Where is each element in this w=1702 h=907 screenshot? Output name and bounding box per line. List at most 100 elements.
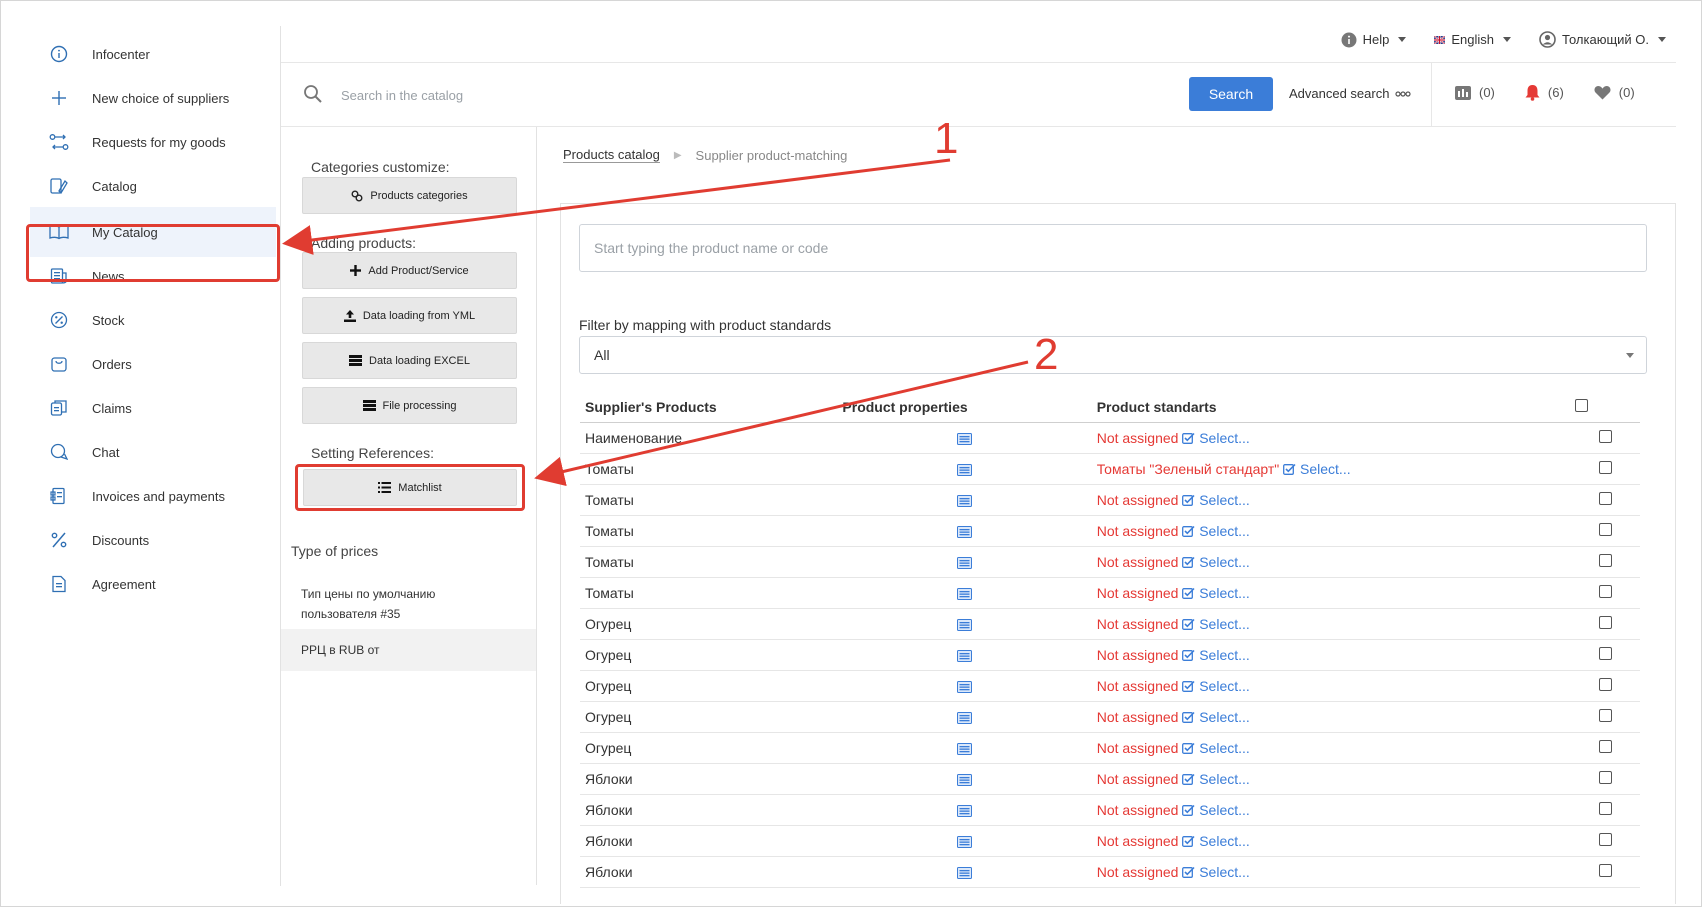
sidebar-item-agreement[interactable]: Agreement (30, 560, 276, 608)
select-standard-link[interactable]: Select... (1182, 709, 1250, 725)
sidebar-item-stock[interactable]: Stock (30, 296, 276, 344)
sidebar-item-new-choice-of-suppliers[interactable]: New choice of suppliers (30, 74, 276, 122)
properties-list-icon[interactable] (957, 557, 973, 570)
sidebar-item-invoices-and-payments[interactable]: Invoices and payments (30, 472, 276, 520)
row-checkbox[interactable] (1598, 771, 1612, 784)
file-processing-button[interactable]: File processing (302, 387, 517, 424)
row-checkbox[interactable] (1598, 833, 1612, 846)
select-standard-link[interactable]: Select... (1182, 802, 1250, 818)
select-standard-link[interactable]: Select... (1182, 523, 1250, 539)
excel-upload-label: Data loading EXCEL (369, 354, 470, 367)
row-checkbox[interactable] (1598, 616, 1612, 629)
select-standard-link[interactable]: Select... (1182, 678, 1250, 694)
row-checkbox[interactable] (1598, 802, 1612, 815)
notifications-counter[interactable]: (6) (1525, 84, 1564, 101)
notifications-count: (6) (1547, 85, 1564, 100)
properties-list-icon[interactable] (957, 805, 973, 818)
standard-status: Not assigned (1096, 616, 1179, 632)
select-standard-link[interactable]: Select... (1182, 864, 1250, 880)
properties-list-icon[interactable] (957, 588, 973, 601)
row-checkbox[interactable] (1598, 740, 1612, 753)
properties-list-icon[interactable] (957, 836, 973, 849)
row-checkbox[interactable] (1598, 430, 1612, 443)
select-label: Select... (1199, 864, 1250, 880)
price-type-item[interactable]: РРЦ в RUB от (281, 629, 536, 671)
sidebar-item-chat[interactable]: Chat (30, 428, 276, 476)
select-label: Select... (1199, 678, 1250, 694)
language-menu[interactable]: English (1434, 32, 1512, 47)
percent-badge-icon (46, 309, 72, 331)
catalog-search-input[interactable] (339, 82, 1143, 108)
row-checkbox[interactable] (1598, 585, 1612, 598)
row-checkbox[interactable] (1598, 554, 1612, 567)
favorites-counter[interactable]: (0) (1594, 84, 1635, 101)
row-select-cell (1570, 825, 1640, 857)
row-checkbox[interactable] (1598, 709, 1612, 722)
sidebar-item-label: Discounts (92, 532, 150, 548)
product-name-cell: Томаты (580, 546, 838, 578)
select-standard-link[interactable]: Select... (1182, 616, 1250, 632)
row-select-cell (1570, 856, 1640, 888)
select-all-checkbox[interactable] (1575, 399, 1589, 412)
properties-list-icon[interactable] (957, 650, 973, 663)
sidebar-item-requests-for-my-goods[interactable]: Requests for my goods (30, 118, 276, 166)
properties-cell (837, 763, 1092, 795)
row-checkbox[interactable] (1598, 461, 1612, 474)
standard-cell: Not assigned Select... (1091, 484, 1571, 516)
table-row: Томаты Not assigned Select... (580, 577, 1640, 609)
select-standard-link[interactable]: Select... (1182, 492, 1250, 508)
sidebar-item-catalog[interactable]: Catalog (30, 162, 276, 210)
sidebar-item-claims[interactable]: Claims (30, 384, 276, 432)
row-checkbox[interactable] (1598, 523, 1612, 536)
properties-list-icon[interactable] (957, 526, 973, 539)
yml-upload-label: Data loading from YML (362, 309, 476, 322)
properties-list-icon[interactable] (957, 681, 973, 694)
price-type-item[interactable]: Тип цены по умолчанию пользователя #35 (281, 580, 536, 628)
sidebar-item-infocenter[interactable]: Infocenter (30, 30, 276, 78)
table-row: Яблоки Not assigned Select... (580, 856, 1640, 888)
select-standard-link[interactable]: Select... (1182, 585, 1250, 601)
select-standard-link[interactable]: Select... (1182, 647, 1250, 663)
select-standard-link[interactable]: Select... (1182, 554, 1250, 570)
select-standard-link[interactable]: Select... (1182, 740, 1250, 756)
add-product-button[interactable]: Add Product/Service (302, 252, 517, 289)
compare-counter[interactable]: (0) (1455, 84, 1495, 101)
row-checkbox[interactable] (1598, 678, 1612, 691)
products-categories-button[interactable]: Products categories (302, 177, 517, 214)
select-standard-link[interactable]: Select... (1283, 461, 1351, 477)
select-standard-link[interactable]: Select... (1182, 771, 1250, 787)
properties-list-icon[interactable] (957, 743, 973, 756)
advanced-search-link[interactable]: Advanced search (1289, 86, 1412, 101)
edit-check-icon (1182, 835, 1195, 847)
percent-icon (46, 529, 72, 551)
mapping-filter-select[interactable]: All (579, 336, 1647, 374)
server-icon (362, 400, 376, 411)
sidebar-item-discounts[interactable]: Discounts (30, 516, 276, 564)
select-label: Select... (1199, 554, 1250, 570)
row-checkbox[interactable] (1598, 647, 1612, 660)
breadcrumb-root-link[interactable]: Products catalog (563, 147, 660, 163)
search-button[interactable]: Search (1189, 77, 1273, 111)
help-menu[interactable]: Help (1341, 32, 1407, 48)
properties-cell (837, 515, 1092, 547)
properties-list-icon[interactable] (957, 495, 973, 508)
product-search-input[interactable] (579, 224, 1647, 272)
sidebar-item-orders[interactable]: Orders (30, 340, 276, 388)
properties-list-icon[interactable] (957, 619, 973, 632)
price-type-line: Тип цены по умолчанию (301, 587, 436, 601)
standard-status: Not assigned (1096, 833, 1179, 849)
properties-list-icon[interactable] (957, 712, 973, 725)
yml-upload-button[interactable]: Data loading from YML (302, 297, 517, 334)
select-standard-link[interactable]: Select... (1182, 430, 1250, 446)
excel-upload-button[interactable]: Data loading EXCEL (302, 342, 517, 379)
user-menu[interactable]: Толкающий О. (1539, 31, 1666, 48)
sidebar-item-label: Chat (92, 444, 120, 460)
properties-list-icon[interactable] (957, 464, 973, 477)
properties-list-icon[interactable] (957, 433, 973, 446)
row-checkbox[interactable] (1598, 864, 1612, 877)
properties-list-icon[interactable] (957, 867, 973, 880)
select-standard-link[interactable]: Select... (1182, 833, 1250, 849)
row-checkbox[interactable] (1598, 492, 1612, 505)
properties-list-icon[interactable] (957, 774, 973, 787)
edit-check-icon (1182, 773, 1195, 785)
